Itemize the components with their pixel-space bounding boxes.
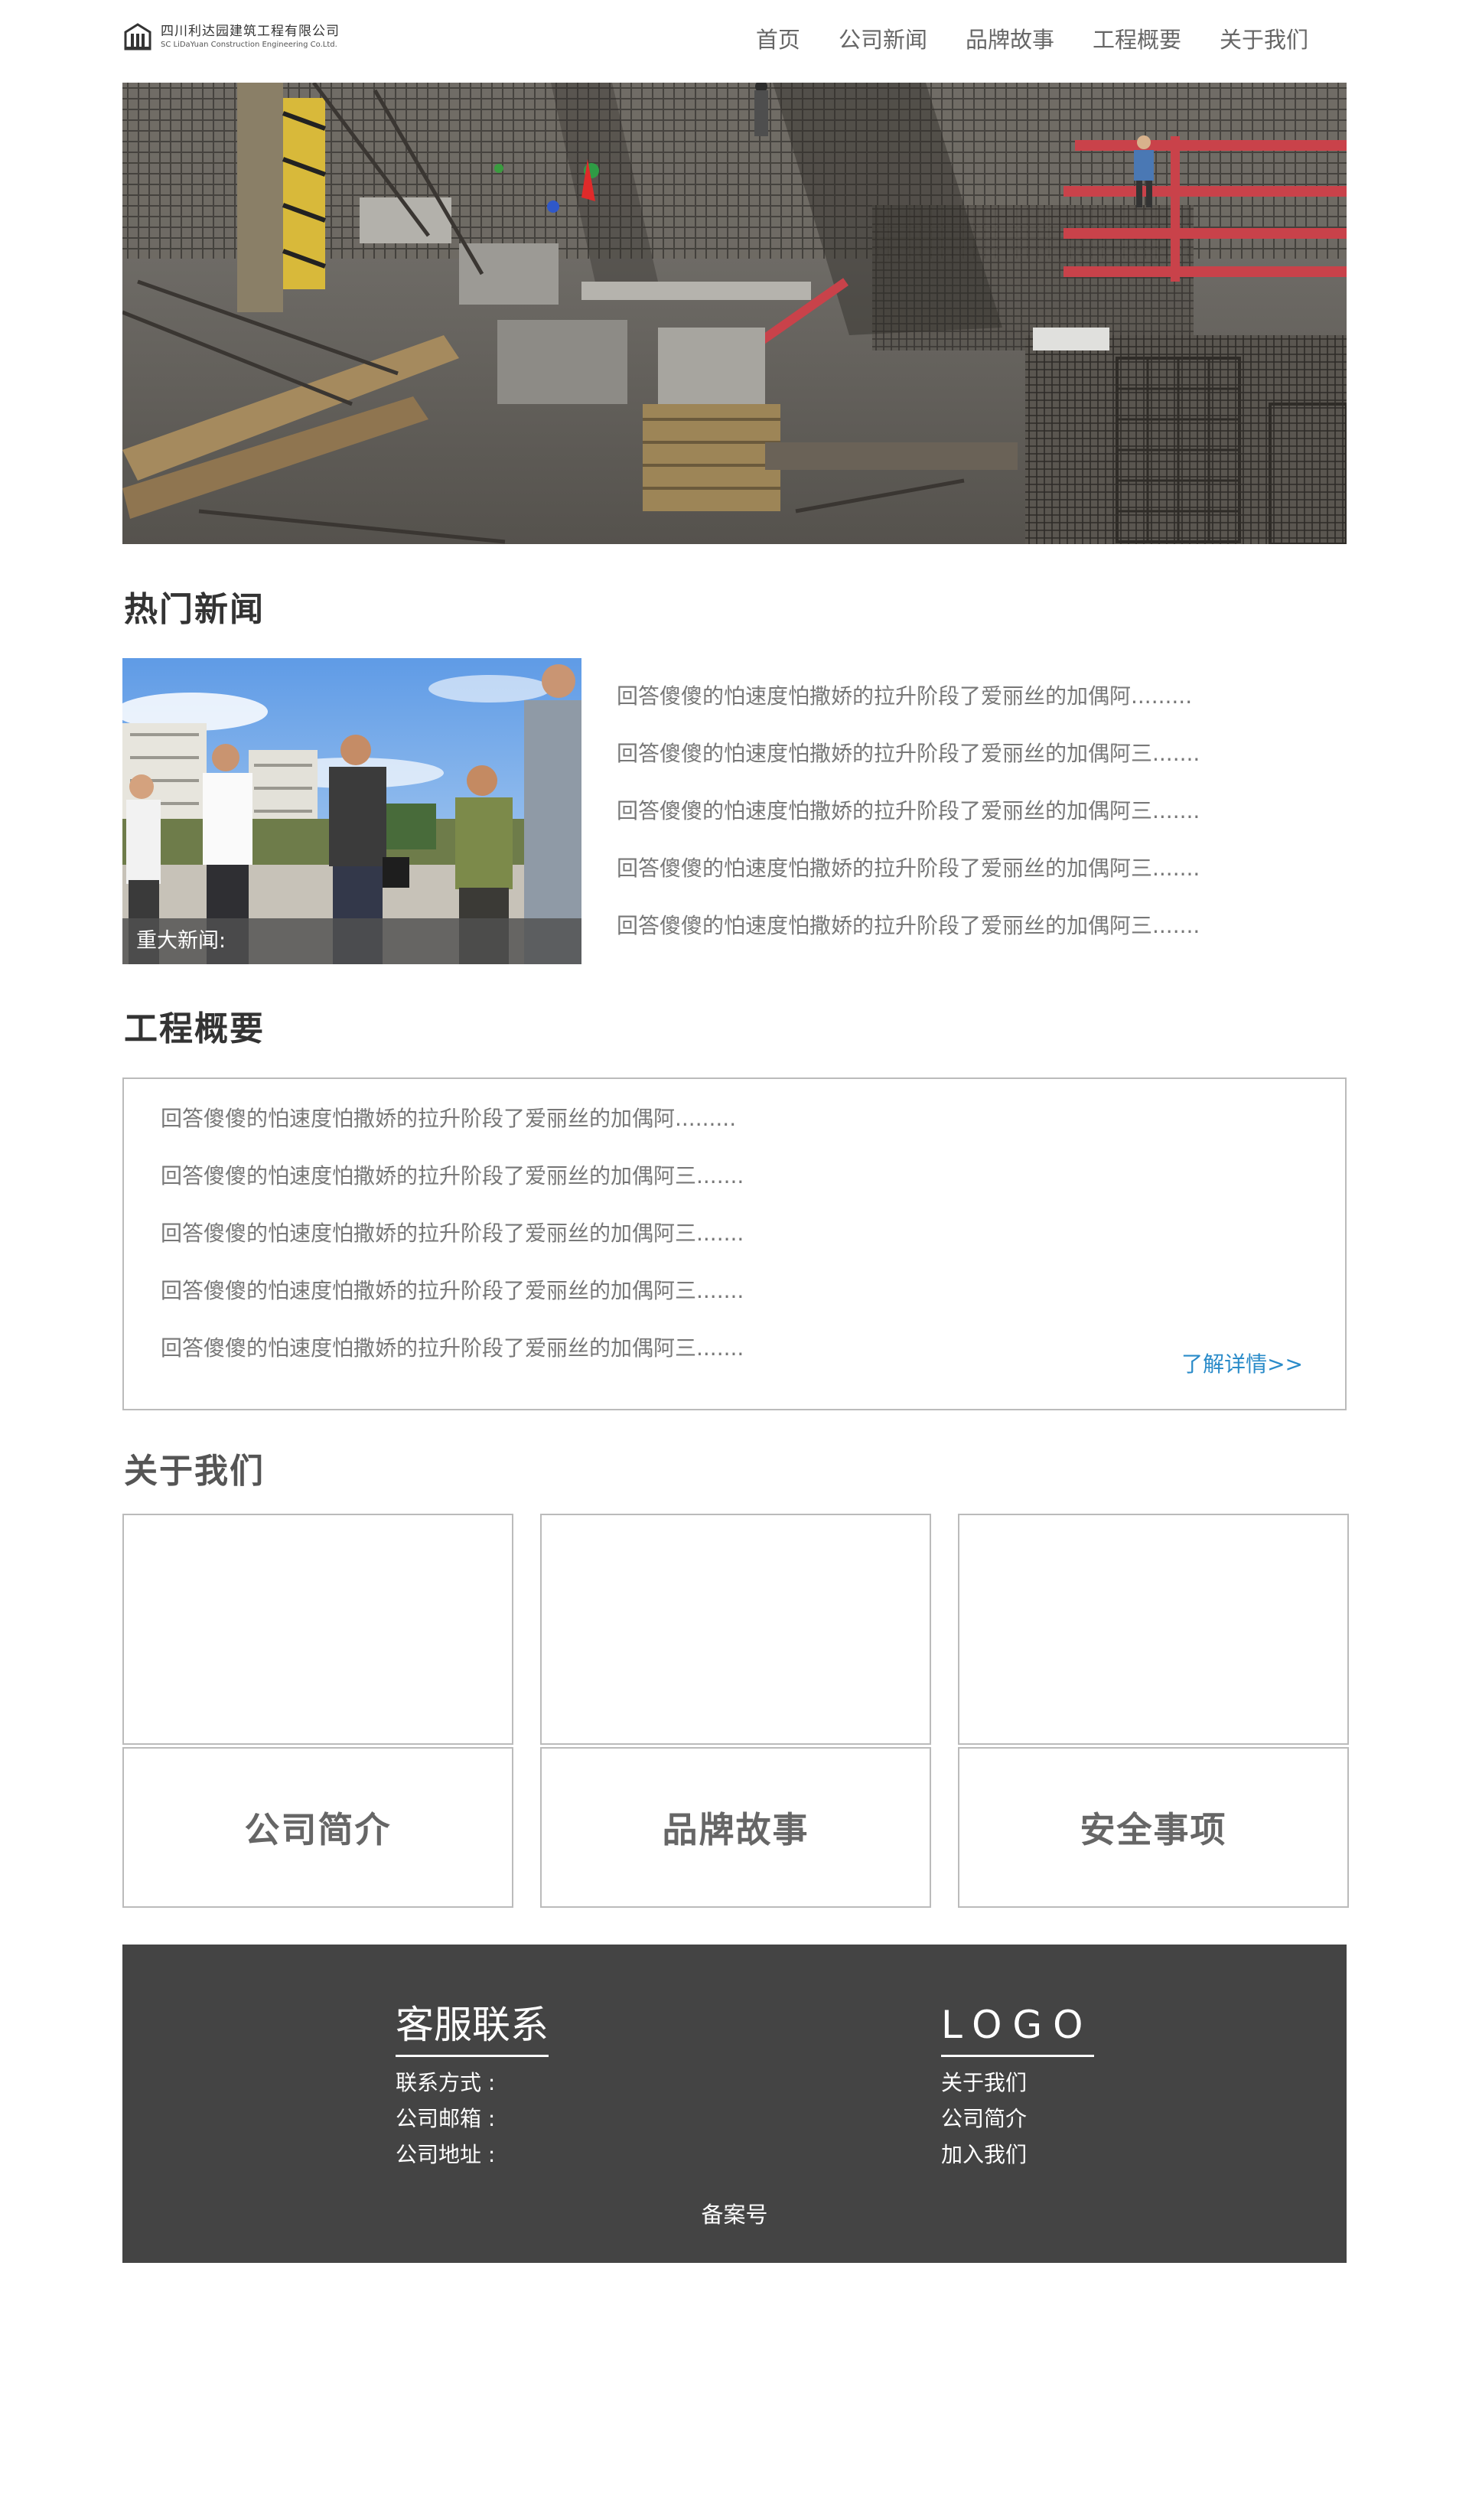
footer-phone-label: 联系方式 :: [396, 2070, 496, 2095]
overview-box: 回答傻傻的怕速度怕撒娇的拉升阶段了爱丽丝的加偶阿......... 回答傻傻的怕…: [122, 1077, 1347, 1410]
overview-list-item[interactable]: 回答傻傻的怕速度怕撒娇的拉升阶段了爱丽丝的加偶阿三.......: [161, 1211, 744, 1268]
footer-logo-title: LOGO: [941, 1998, 1094, 2057]
hero-banner-image: [122, 83, 1347, 544]
footer-link-about[interactable]: 关于我们: [941, 2065, 1094, 2101]
footer-address-label: 公司地址 :: [396, 2142, 496, 2167]
learn-more-link[interactable]: 了解详情>>: [1181, 1348, 1303, 1378]
logo-company-english: SC LiDaYuan Construction Engineering Co.…: [161, 41, 337, 49]
overview-list: 回答傻傻的怕速度怕撒娇的拉升阶段了爱丽丝的加偶阿......... 回答傻傻的怕…: [161, 1096, 744, 1383]
footer-contact: 客服联系 联系方式 : 公司邮箱 : 公司地址 :: [396, 1998, 549, 2173]
news-list-item[interactable]: 回答傻傻的怕速度怕撒娇的拉升阶段了爱丽丝的加偶阿.........: [617, 673, 1305, 731]
news-list-item[interactable]: 回答傻傻的怕速度怕撒娇的拉升阶段了爱丽丝的加偶阿三.......: [617, 846, 1305, 903]
footer-contact-title: 客服联系: [396, 1998, 549, 2057]
about-card-company-intro[interactable]: 公司简介: [122, 1747, 513, 1908]
hot-news-list: 回答傻傻的怕速度怕撒娇的拉升阶段了爱丽丝的加偶阿......... 回答傻傻的怕…: [617, 673, 1305, 960]
footer-link-intro[interactable]: 公司简介: [941, 2101, 1094, 2137]
company-logo[interactable]: 四川利达园建筑工程有限公司 SC LiDaYuan Construction E…: [122, 21, 340, 52]
site-footer: 客服联系 联系方式 : 公司邮箱 : 公司地址 : LOGO 关于我们 公司简介…: [122, 1945, 1347, 2263]
hot-news-heading: 热门新闻: [124, 590, 265, 629]
about-heading: 关于我们: [124, 1452, 265, 1491]
overview-list-item[interactable]: 回答傻傻的怕速度怕撒娇的拉升阶段了爱丽丝的加偶阿三.......: [161, 1325, 744, 1383]
footer-record-number: 备案号: [701, 2202, 768, 2228]
overview-list-item[interactable]: 回答傻傻的怕速度怕撒娇的拉升阶段了爱丽丝的加偶阿三.......: [161, 1268, 744, 1325]
footer-email-label: 公司邮箱 :: [396, 2106, 496, 2131]
site-header: 四川利达园建筑工程有限公司 SC LiDaYuan Construction E…: [122, 0, 1347, 80]
news-list-item[interactable]: 回答傻傻的怕速度怕撒娇的拉升阶段了爱丽丝的加偶阿三.......: [617, 731, 1305, 788]
logo-company-name: 四川利达园建筑工程有限公司: [161, 24, 340, 39]
nav-project-overview[interactable]: 工程概要: [1093, 21, 1181, 58]
main-nav: 首页 公司新闻 品牌故事 工程概要 关于我们: [718, 21, 1308, 58]
about-card-image[interactable]: [122, 1514, 513, 1745]
about-card-image[interactable]: [540, 1514, 931, 1745]
nav-about-us[interactable]: 关于我们: [1220, 21, 1308, 58]
nav-home[interactable]: 首页: [756, 21, 800, 58]
footer-links: LOGO 关于我们 公司简介 加入我们: [941, 1998, 1094, 2173]
building-logo-icon: [124, 23, 151, 51]
news-caption: 重大新闻:: [122, 918, 581, 964]
news-photo[interactable]: 重大新闻:: [122, 658, 581, 964]
news-list-item[interactable]: 回答傻傻的怕速度怕撒娇的拉升阶段了爱丽丝的加偶阿三.......: [617, 903, 1305, 960]
nav-brand-story[interactable]: 品牌故事: [966, 21, 1054, 58]
nav-company-news[interactable]: 公司新闻: [839, 21, 927, 58]
news-list-item[interactable]: 回答傻傻的怕速度怕撒娇的拉升阶段了爱丽丝的加偶阿三.......: [617, 788, 1305, 846]
construction-site-illustration: [122, 83, 1347, 544]
overview-list-item[interactable]: 回答傻傻的怕速度怕撒娇的拉升阶段了爱丽丝的加偶阿.........: [161, 1096, 744, 1153]
overview-heading: 工程概要: [124, 1009, 265, 1048]
footer-link-join[interactable]: 加入我们: [941, 2137, 1094, 2173]
about-card-brand-story[interactable]: 品牌故事: [540, 1747, 931, 1908]
about-card-image[interactable]: [958, 1514, 1349, 1745]
overview-list-item[interactable]: 回答傻傻的怕速度怕撒娇的拉升阶段了爱丽丝的加偶阿三.......: [161, 1153, 744, 1211]
about-card-safety[interactable]: 安全事项: [958, 1747, 1349, 1908]
